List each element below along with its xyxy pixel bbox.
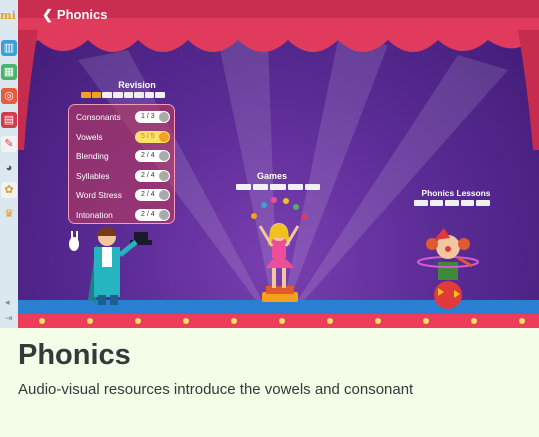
status-dot-icon xyxy=(159,131,169,142)
revision-panel: Consonants 1 / 3 Vowels 5 / 5 Blending 2 / 4S… xyxy=(68,104,175,224)
progress-segment xyxy=(81,92,91,98)
revision-score-badge: 5 / 5 xyxy=(135,130,170,143)
status-dot-icon xyxy=(159,190,169,200)
revision-score-badge: 2 / 4 xyxy=(135,189,170,201)
clown-illustration xyxy=(417,228,479,309)
revision-title: Revision xyxy=(118,80,156,90)
revision-item[interactable]: Blending 2 / 4 xyxy=(76,149,172,165)
revision-score: 1 / 3 xyxy=(141,113,155,120)
revision-item[interactable]: Syllables 2 / 4 xyxy=(76,169,172,185)
exit-icon[interactable]: ⇥ xyxy=(5,314,13,324)
revision-item-label: Consonants xyxy=(76,112,121,122)
progress-segment xyxy=(102,92,112,98)
speaker-head-icon[interactable]: ◕ xyxy=(1,160,17,176)
revision-item-label: Blending xyxy=(76,151,109,161)
revision-score: 2 / 4 xyxy=(141,171,155,179)
status-dot-icon xyxy=(159,209,169,220)
trophy-icon[interactable]: ♛ xyxy=(1,206,17,222)
status-dot-icon xyxy=(159,112,169,122)
lessons-progress-bar xyxy=(414,200,490,206)
games-progress-bar xyxy=(236,184,321,190)
revision-progress-bar xyxy=(81,92,165,98)
revision-score: 2 / 4 xyxy=(141,191,155,198)
collapse-icon[interactable]: ◂ xyxy=(5,298,10,308)
progress-segment xyxy=(429,200,444,206)
revision-score: 2 / 4 xyxy=(141,210,155,218)
revision-score-badge: 2 / 4 xyxy=(135,150,170,162)
revision-item-label: Intonation xyxy=(76,209,113,220)
progress-segment xyxy=(236,184,252,190)
revision-item[interactable]: Word Stress 2 / 4 xyxy=(76,188,172,204)
books-icon[interactable]: ▥ xyxy=(1,40,17,56)
revision-score-badge: 1 / 3 xyxy=(135,111,170,123)
pencil-icon[interactable]: ✎ xyxy=(1,136,17,152)
magician-illustration xyxy=(69,227,152,305)
progress-segment xyxy=(134,92,144,98)
left-sidebar: mi ▥ ▦ ◎ ▤ ✎ ◕ ✿ ♛ ◂ ⇥ xyxy=(0,0,19,328)
progress-segment xyxy=(144,92,155,98)
phonics-lessons-title[interactable]: Phonics Lessons xyxy=(401,188,511,198)
header-bar: ❮ Phonics xyxy=(18,0,539,32)
progress-segment xyxy=(112,92,123,98)
abc-blocks-icon[interactable]: ▦ xyxy=(1,64,17,80)
back-button[interactable]: ❮ Phonics xyxy=(42,7,107,23)
speech-icon[interactable]: ✿ xyxy=(1,182,17,198)
progress-segment xyxy=(304,184,321,190)
status-dot-icon xyxy=(159,151,169,161)
progress-segment xyxy=(91,92,102,98)
progress-segment xyxy=(123,92,134,98)
games-title[interactable]: Games xyxy=(242,171,302,181)
chevron-left-icon: ❮ xyxy=(42,7,53,22)
progress-segment xyxy=(445,200,459,206)
revision-item-label: Vowels xyxy=(76,131,103,142)
progress-segment xyxy=(155,92,165,98)
book-icon[interactable]: ▤ xyxy=(1,112,17,128)
revision-score: 5 / 5 xyxy=(141,132,155,140)
page-title: Phonics xyxy=(18,339,131,371)
phonics-card[interactable]: mi ▥ ▦ ◎ ▤ ✎ ◕ ✿ ♛ ◂ ⇥ ❮ Phonics Revisio… xyxy=(0,0,539,437)
revision-score-badge: 2 / 4 xyxy=(135,208,170,221)
revision-score-badge: 2 / 4 xyxy=(135,169,170,182)
progress-segment xyxy=(287,184,303,190)
revision-score: 2 / 4 xyxy=(141,152,155,159)
status-dot-icon xyxy=(159,170,169,181)
revision-item-label: Syllables xyxy=(76,170,110,181)
back-button-label: Phonics xyxy=(56,7,108,22)
progress-segment xyxy=(414,200,428,206)
app-logo: mi xyxy=(0,9,16,22)
revision-item[interactable]: Vowels 5 / 5 xyxy=(76,130,172,146)
target-icon[interactable]: ◎ xyxy=(1,88,17,104)
revision-item[interactable]: Consonants 1 / 3 xyxy=(76,110,172,126)
progress-segment xyxy=(253,184,269,190)
progress-segment xyxy=(270,184,286,190)
progress-segment xyxy=(460,200,475,206)
revision-item[interactable]: Intonation 2 / 4 xyxy=(76,208,172,224)
page-description: Audio-visual resources introduce the vow… xyxy=(18,381,414,398)
revision-item-label: Word Stress xyxy=(76,190,122,200)
progress-segment xyxy=(476,200,490,206)
circus-stage: ❮ Phonics Revision Consonants 1 / 3 Vowels 5… xyxy=(18,0,539,328)
